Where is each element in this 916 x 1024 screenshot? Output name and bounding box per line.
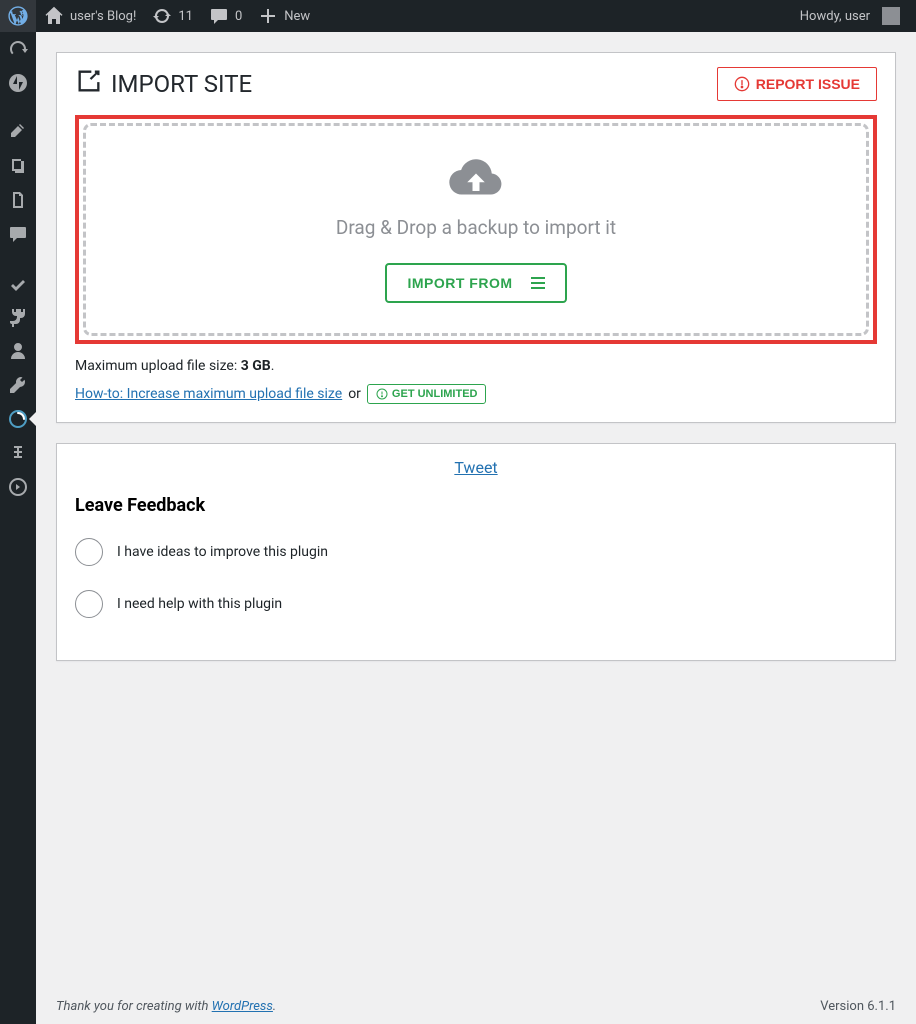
admin-sidebar	[0, 32, 36, 1024]
updates-count: 11	[178, 9, 193, 24]
footer-thanks: Thank you for creating with	[56, 999, 212, 1014]
menu-pages[interactable]	[0, 183, 36, 217]
info-icon	[376, 388, 388, 400]
page-title-text: IMPORT SITE	[111, 70, 252, 98]
menu-icon	[531, 277, 545, 289]
import-from-button[interactable]: IMPORT FROM	[385, 263, 566, 303]
feedback-heading: Leave Feedback	[75, 495, 877, 516]
wordpress-icon	[8, 6, 28, 26]
import-from-label: IMPORT FROM	[407, 275, 512, 291]
site-name-label: user's Blog!	[70, 9, 136, 24]
menu-ai1wm[interactable]	[0, 402, 36, 436]
new-content-menu[interactable]: New	[250, 0, 318, 32]
menu-plugins[interactable]	[0, 300, 36, 334]
get-unlimited-button[interactable]: GET UNLIMITED	[367, 384, 487, 404]
menu-tools[interactable]	[0, 368, 36, 402]
menu-appearance[interactable]	[0, 266, 36, 300]
feedback-option-help[interactable]: I need help with this plugin	[75, 590, 877, 618]
menu-comments[interactable]	[0, 217, 36, 251]
max-upload-line: Maximum upload file size: 3 GB.	[75, 358, 877, 374]
menu-media[interactable]	[0, 149, 36, 183]
comments-menu[interactable]: 0	[201, 0, 250, 32]
page-title: IMPORT SITE	[75, 67, 252, 101]
version-text: Version 6.1.1	[820, 999, 896, 1014]
wp-logo-menu[interactable]	[0, 0, 36, 32]
radio-icon	[75, 590, 103, 618]
comments-icon	[209, 6, 229, 26]
updates-icon	[152, 6, 172, 26]
get-unlimited-label: GET UNLIMITED	[392, 388, 478, 400]
warning-icon	[734, 76, 750, 92]
backup-dropzone[interactable]: Drag & Drop a backup to import it IMPORT…	[83, 123, 869, 336]
updates-menu[interactable]: 11	[144, 0, 201, 32]
content-area: IMPORT SITE REPORT ISSUE Drag & Drop a b…	[36, 32, 916, 1024]
tweet-link[interactable]: Tweet	[454, 458, 497, 477]
feedback-option-ideas[interactable]: I have ideas to improve this plugin	[75, 538, 877, 566]
menu-collapse[interactable]	[0, 470, 36, 504]
dropzone-highlight: Drag & Drop a backup to import it IMPORT…	[75, 115, 877, 344]
site-name-menu[interactable]: user's Blog!	[36, 0, 144, 32]
my-account-menu[interactable]: Howdy, user	[792, 0, 908, 32]
feedback-label: I have ideas to improve this plugin	[117, 544, 328, 560]
new-label: New	[284, 9, 310, 24]
radio-icon	[75, 538, 103, 566]
dropzone-text: Drag & Drop a backup to import it	[336, 216, 616, 239]
or-text: or	[348, 386, 361, 402]
menu-settings[interactable]	[0, 436, 36, 470]
plus-icon	[258, 6, 278, 26]
admin-bar: user's Blog! 11 0 New Howdy, user	[0, 0, 916, 32]
menu-posts[interactable]	[0, 115, 36, 149]
wordpress-link[interactable]: WordPress	[212, 999, 273, 1014]
avatar-icon	[882, 7, 900, 25]
feedback-panel: Tweet Leave Feedback I have ideas to imp…	[56, 443, 896, 661]
import-icon	[75, 67, 103, 101]
menu-jetpack[interactable]	[0, 66, 36, 100]
report-issue-label: REPORT ISSUE	[756, 76, 860, 92]
admin-footer: Thank you for creating with WordPress. V…	[56, 999, 896, 1014]
howto-link[interactable]: How-to: Increase maximum upload file siz…	[75, 386, 342, 402]
menu-users[interactable]	[0, 334, 36, 368]
report-issue-button[interactable]: REPORT ISSUE	[717, 67, 877, 101]
greeting-label: Howdy, user	[800, 9, 870, 24]
cloud-upload-icon	[448, 156, 504, 202]
comments-count: 0	[235, 9, 242, 24]
feedback-label: I need help with this plugin	[117, 596, 282, 612]
import-panel: IMPORT SITE REPORT ISSUE Drag & Drop a b…	[56, 52, 896, 423]
menu-dashboard[interactable]	[0, 32, 36, 66]
home-icon	[44, 6, 64, 26]
